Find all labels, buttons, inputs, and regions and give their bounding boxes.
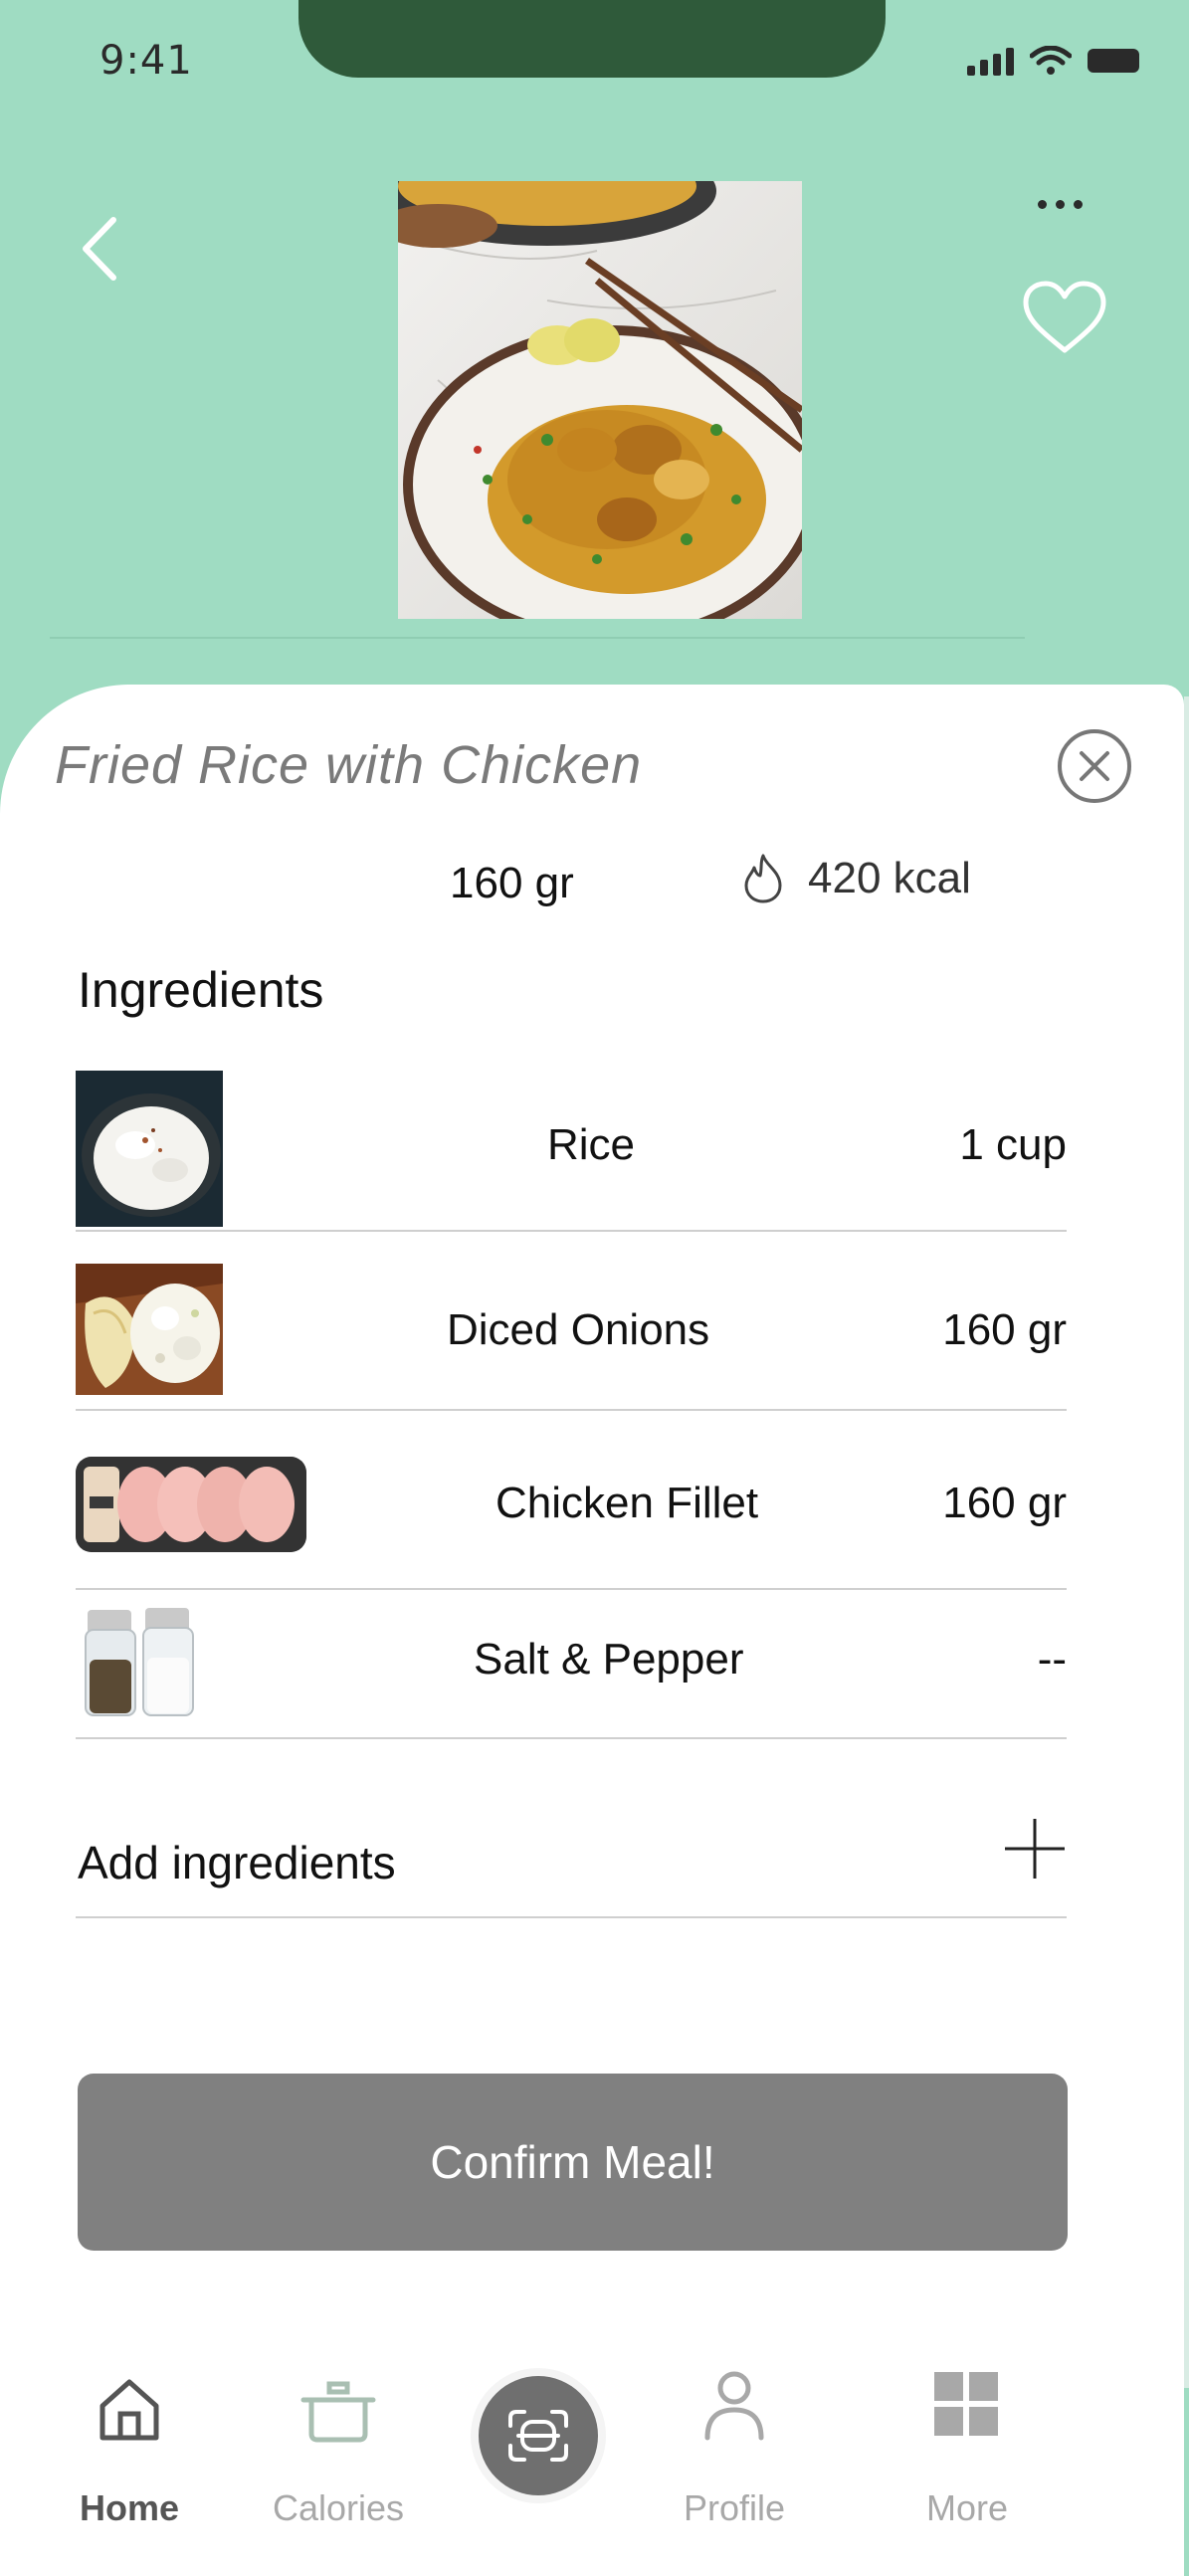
ingredient-name: Chicken Fillet xyxy=(495,1479,759,1527)
status-bar: 9:41 xyxy=(0,0,1189,119)
nav-profile[interactable]: Profile xyxy=(650,2371,819,2529)
dot xyxy=(1073,199,1083,209)
grid-icon xyxy=(934,2372,998,2436)
ingredient-quantity: 1 cup xyxy=(959,1120,1067,1169)
pot-icon xyxy=(300,2381,376,2443)
salt-pepper-thumbnail xyxy=(76,1600,205,1723)
cellular-signal-icon xyxy=(967,46,1014,76)
calories-value: 420 kcal xyxy=(808,854,971,902)
meal-weight: 160 gr xyxy=(450,859,574,907)
more-options-button[interactable] xyxy=(1020,174,1099,234)
nav-label-profile: Profile xyxy=(683,2487,786,2528)
ingredient-name: Diced Onions xyxy=(447,1305,710,1354)
plus-icon[interactable] xyxy=(1003,1817,1067,1881)
add-ingredients-label: Add ingredients xyxy=(78,1837,396,1888)
add-ingredients-row[interactable]: Add ingredients xyxy=(76,1779,1067,1918)
close-icon xyxy=(1080,751,1109,781)
ingredient-name: Rice xyxy=(547,1120,636,1169)
ingredient-quantity: 160 gr xyxy=(942,1479,1067,1527)
flame-icon xyxy=(744,854,782,903)
nav-label-more: More xyxy=(925,2487,1009,2528)
ingredient-row-chicken[interactable]: Chicken Fillet 160 gr xyxy=(76,1431,1067,1590)
scan-button[interactable] xyxy=(471,2368,606,2503)
chevron-left-icon xyxy=(83,217,116,281)
status-time: 9:41 xyxy=(99,38,193,84)
divider xyxy=(50,637,1025,639)
nav-calories[interactable]: Calories xyxy=(254,2381,423,2529)
wifi-icon xyxy=(1030,46,1072,75)
ingredient-quantity: -- xyxy=(1037,1635,1067,1684)
chicken-thumbnail xyxy=(76,1457,306,1552)
scan-icon xyxy=(508,2410,568,2462)
dot xyxy=(1037,199,1047,209)
ingredients-heading: Ingredients xyxy=(78,962,324,1018)
nav-label-calories: Calories xyxy=(272,2487,405,2528)
rice-thumbnail xyxy=(76,1071,223,1227)
favorite-button[interactable] xyxy=(1020,279,1109,358)
dot xyxy=(1055,199,1065,209)
nav-more[interactable]: More xyxy=(883,2372,1052,2529)
ingredient-row-rice[interactable]: Rice 1 cup xyxy=(76,1071,1067,1232)
back-button[interactable] xyxy=(70,209,129,289)
ingredient-name: Salt & Pepper xyxy=(474,1635,744,1684)
heart-icon xyxy=(1023,281,1106,353)
scroll-edge xyxy=(1184,696,1189,2388)
scan-button-inner xyxy=(479,2376,598,2495)
device-notch xyxy=(298,0,886,78)
meal-detail-sheet: Fried Rice with Chicken 160 gr 420 kcal … xyxy=(0,685,1184,2576)
person-icon xyxy=(704,2371,764,2441)
battery-icon xyxy=(1088,49,1139,73)
meal-photo xyxy=(398,181,802,619)
ingredient-row-salt-pepper[interactable]: Salt & Pepper -- xyxy=(76,1592,1067,1739)
ingredient-row-onions[interactable]: Diced Onions 160 gr xyxy=(76,1264,1067,1411)
nav-label-home: Home xyxy=(79,2487,180,2528)
home-icon xyxy=(99,2379,159,2441)
meal-title: Fried Rice with Chicken xyxy=(55,735,643,795)
confirm-meal-button[interactable]: Confirm Meal! xyxy=(78,2074,1068,2251)
onions-thumbnail xyxy=(76,1264,223,1395)
bottom-navigation: Home Calories Profile More xyxy=(0,2368,1189,2576)
nav-home[interactable]: Home xyxy=(45,2379,214,2529)
close-button[interactable] xyxy=(1058,729,1131,803)
meal-calories: 420 kcal xyxy=(740,852,971,905)
status-icons xyxy=(967,46,1139,76)
ingredient-quantity: 160 gr xyxy=(942,1305,1067,1354)
